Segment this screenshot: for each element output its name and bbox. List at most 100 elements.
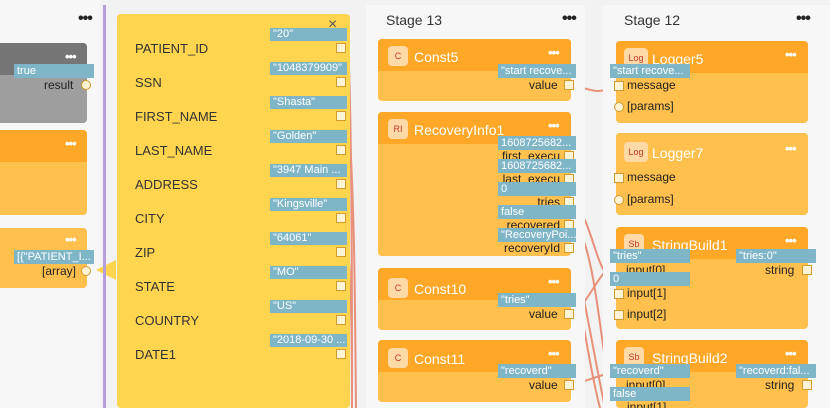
const5-value-port: value [529, 78, 558, 92]
array-node-menu-icon[interactable]: ••• [65, 232, 77, 247]
const11-value-port: value [529, 378, 558, 392]
const10-value-chip: "tries" [498, 293, 576, 307]
patient-field-connector[interactable] [336, 77, 346, 87]
const5-value-connector[interactable] [564, 80, 574, 90]
stringbuild1-input1-chip: 0 [610, 272, 690, 286]
const11-menu-icon[interactable]: ••• [548, 346, 560, 361]
patient-field-value-chip: "MO" [270, 266, 347, 279]
orange-node-menu-icon[interactable]: ••• [65, 136, 77, 151]
patient-field-connector[interactable] [336, 179, 346, 189]
logger7-params-port: [params] [627, 192, 674, 206]
patient-field-label: CITY [135, 211, 165, 226]
const-icon: C [388, 348, 408, 368]
patient-field-label: SSN [135, 75, 162, 90]
patient-field-connector[interactable] [336, 111, 346, 121]
patient-field-connector[interactable] [336, 315, 346, 325]
stringbuild1-string-port: string [765, 263, 795, 277]
patient-field-value-chip: "64061" [270, 232, 347, 245]
gray-node-menu-icon[interactable]: ••• [65, 49, 77, 64]
stringbuild1-output-chip: "tries:0" [736, 249, 816, 263]
const11-value-connector[interactable] [564, 380, 574, 390]
patient-field-value-chip: "Golden" [270, 130, 347, 143]
logger7-message-port: message [627, 170, 676, 184]
recoveryinfo1-port-connector[interactable] [564, 243, 574, 253]
const11-title: Const11 [414, 351, 466, 367]
patient-field-value-chip: "1048379909" [270, 62, 347, 75]
patient-field-label: DATE1 [135, 347, 176, 362]
patient-field-connector[interactable] [336, 247, 346, 257]
patient-field-label: LAST_NAME [135, 143, 213, 158]
patient-field-connector[interactable] [336, 349, 346, 359]
left-column-menu-icon[interactable]: ••• [78, 10, 93, 28]
gray-node-value-chip: true [14, 64, 94, 78]
stringbuild1-input1-connector[interactable] [614, 289, 624, 299]
const5-value-chip: "start recove... [498, 64, 576, 78]
recoveryinfo1-port-chip: 1608725682... [498, 159, 576, 173]
logger7-params-connector[interactable] [614, 195, 624, 205]
logger5-menu-icon[interactable]: ••• [785, 47, 797, 62]
patient-field-label: COUNTRY [135, 313, 200, 328]
gray-node-result-port: result [44, 78, 74, 92]
stringbuild1-input2-connector[interactable] [614, 310, 624, 320]
orange-node-partial[interactable]: ••• [0, 130, 87, 215]
stage-12-menu-icon[interactable]: ••• [796, 10, 811, 28]
const-icon: C [388, 278, 408, 298]
patient-field-value-chip: "3947 Main ... [270, 164, 347, 177]
logger7-title: Logger7 [652, 145, 704, 161]
stringbuild1-string-connector[interactable] [802, 265, 812, 275]
logger7-message-connector[interactable] [614, 173, 624, 183]
const10-value-connector[interactable] [564, 309, 574, 319]
recoveryinfo1-port-chip: "RecoveryPoi... [498, 228, 576, 242]
stringbuild2-input1-chip: false [610, 387, 690, 401]
patient-field-value-chip: "2018-09-30 ... [270, 334, 347, 347]
gray-node-result-connector[interactable] [81, 80, 91, 90]
stringbuild2-input0-chip: "recoverd" [610, 364, 690, 378]
array-node-array-connector[interactable] [81, 266, 91, 276]
logger5-message-connector[interactable] [614, 81, 624, 91]
array-node-array-port: [array] [42, 264, 77, 278]
logger5-message-port: message [627, 78, 676, 92]
patient-field-connector[interactable] [336, 43, 346, 53]
const5-title: Const5 [414, 49, 459, 65]
patient-field-label: ADDRESS [135, 177, 198, 192]
recoveryinfo1-port-chip: 0 [498, 182, 576, 196]
const10-title: Const10 [414, 281, 467, 297]
const5-menu-icon[interactable]: ••• [548, 45, 560, 60]
stringbuild1-input0-chip: "tries" [610, 249, 690, 263]
patient-field-label: STATE [135, 279, 175, 294]
logger5-params-connector[interactable] [614, 102, 624, 112]
recovery-info-icon: RI [388, 119, 408, 139]
recoveryinfo1-port-chip: false [498, 205, 576, 219]
stage-12-title: Stage 12 [624, 12, 681, 28]
patient-field-connector[interactable] [336, 145, 346, 155]
const10-value-port: value [529, 307, 558, 321]
stage-13-title: Stage 13 [386, 12, 443, 28]
logger5-params-port: [params] [627, 99, 674, 113]
patient-field-value-chip: "US" [270, 300, 347, 313]
stringbuild1-input2-port: input[2] [627, 307, 667, 321]
patient-field-label: ZIP [135, 245, 156, 260]
const-icon: C [388, 46, 408, 66]
patient-field-value-chip: "Shasta" [270, 96, 347, 109]
recoveryinfo1-port-chip: 1608725682... [498, 136, 576, 150]
stringbuild2-output-chip: "recoverd:fal... [736, 364, 816, 378]
patient-field-value-chip: "Kingsville" [270, 198, 347, 211]
patient-field-label: FIRST_NAME [135, 109, 218, 124]
const10-menu-icon[interactable]: ••• [548, 274, 560, 289]
recoveryinfo1-menu-icon[interactable]: ••• [548, 118, 560, 133]
patient-field-value-chip: "20" [270, 28, 347, 41]
stringbuild2-input1-port: input[1] [627, 400, 667, 408]
patient-field-connector[interactable] [336, 213, 346, 223]
stringbuild2-menu-icon[interactable]: ••• [785, 346, 797, 361]
patient-field-connector[interactable] [336, 281, 346, 291]
const11-value-chip: "recoverd" [498, 364, 576, 378]
logger7-menu-icon[interactable]: ••• [785, 141, 797, 156]
stringbuild1-menu-icon[interactable]: ••• [785, 233, 797, 248]
logger5-message-chip: "start recove... [610, 64, 690, 78]
stringbuild1-input1-port: input[1] [627, 286, 667, 300]
patient-field-label: PATIENT_ID [135, 41, 209, 56]
stage-13-menu-icon[interactable]: ••• [562, 10, 577, 28]
stringbuild2-string-connector[interactable] [802, 380, 812, 390]
stringbuild2-string-port: string [765, 378, 795, 392]
recoveryinfo1-port-label: recoveryId [503, 241, 560, 255]
